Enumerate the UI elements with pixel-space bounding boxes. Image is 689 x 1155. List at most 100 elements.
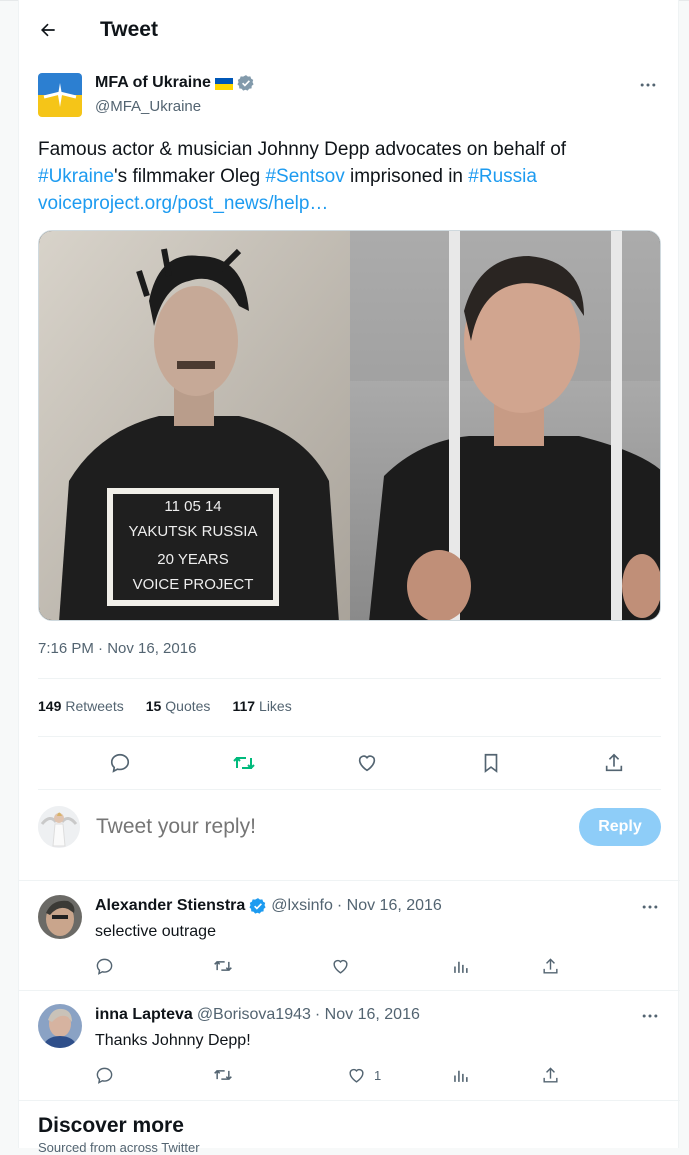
ukraine-flag-icon	[214, 77, 233, 90]
reply-meta: inna Lapteva @Borisova1943 · Nov 16, 201…	[95, 1006, 420, 1024]
sign-line-2: YAKUTSK RUSSIA	[129, 523, 258, 540]
quotes-label: Quotes	[165, 698, 211, 714]
page-title: Tweet	[100, 18, 158, 41]
reply-icon	[96, 1067, 113, 1084]
tweet-text-mid1: 's filmmaker Oleg	[114, 166, 266, 187]
quotes-count: 15	[145, 698, 162, 714]
retweets-label: Retweets	[65, 698, 124, 714]
heart-icon	[358, 755, 376, 772]
reply-retweet-button[interactable]	[213, 955, 233, 977]
quotes-stat[interactable]: 15 Quotes	[146, 698, 211, 714]
reply-author-name[interactable]: inna Lapteva	[95, 1006, 193, 1024]
tweet-stats: 149 Retweets 15 Quotes 117 Likes	[38, 698, 292, 714]
back-button[interactable]	[35, 17, 61, 43]
reply-author-name[interactable]: Alexander Stienstra	[95, 897, 245, 915]
reply-reply-button[interactable]	[95, 1064, 114, 1086]
tweet-image[interactable]: 11 05 14 YAKUTSK RUSSIA 20 YEARS VOICE P…	[38, 230, 661, 621]
reply-input[interactable]	[96, 815, 496, 839]
reply-author-handle[interactable]: @lxsinfo	[271, 897, 333, 915]
retweets-stat[interactable]: 149 Retweets	[38, 698, 124, 714]
page-header: Tweet	[19, 0, 680, 60]
share-icon	[605, 753, 623, 772]
retweet-icon	[214, 961, 232, 971]
tweet-external-link[interactable]: voiceproject.org/post_news/help…	[38, 193, 328, 214]
reply-avatar[interactable]	[38, 895, 82, 939]
share-icon	[543, 957, 558, 974]
sign-line-1: 11 05 14	[164, 498, 221, 515]
hashtag-sentsov-link[interactable]: #Sentsov	[265, 166, 344, 187]
reply-submit-button[interactable]: Reply	[579, 808, 661, 846]
reply-text: Thanks Johnny Depp!	[95, 1032, 251, 1049]
reply-more-button[interactable]	[640, 1006, 660, 1031]
reply-more-button[interactable]	[640, 897, 660, 922]
arrow-left-icon	[41, 23, 55, 37]
bookmark-icon	[484, 753, 498, 773]
verified-blue-icon	[249, 897, 267, 915]
heart-icon	[333, 959, 348, 974]
retweets-count: 149	[38, 698, 62, 714]
reply-composer: Reply	[38, 806, 661, 854]
reply-actions: 1	[95, 1064, 575, 1088]
user-avatar[interactable]	[38, 806, 80, 848]
author-name[interactable]: MFA of Ukraine	[95, 74, 255, 92]
analytics-icon	[454, 961, 468, 973]
discover-title: Discover more	[38, 1114, 184, 1137]
reply-like-button[interactable]: 1	[347, 1064, 381, 1086]
author-name-text: MFA of Ukraine	[95, 74, 211, 91]
divider	[38, 789, 661, 790]
reply-date[interactable]: · Nov 16, 2016	[337, 897, 442, 915]
reply-item[interactable]: inna Lapteva @Borisova1943 · Nov 16, 201…	[19, 990, 680, 1100]
reply-author-handle[interactable]: @Borisova1943	[197, 1006, 311, 1024]
share-button[interactable]	[600, 749, 628, 777]
divider	[38, 678, 661, 679]
reply-like-button[interactable]	[331, 955, 358, 977]
retweet-icon	[233, 757, 255, 769]
more-horizontal-icon	[640, 83, 656, 87]
heart-icon	[349, 1068, 364, 1083]
reply-avatar[interactable]	[38, 1004, 82, 1048]
hashtag-ukraine-link[interactable]: #Ukraine	[38, 166, 114, 187]
retweet-button[interactable]	[230, 749, 258, 777]
more-horizontal-icon	[642, 1014, 658, 1018]
reply-item[interactable]: Alexander Stienstra @lxsinfo · Nov 16, 2…	[19, 881, 680, 990]
reply-icon	[110, 753, 130, 773]
reply-analytics-button[interactable]	[451, 955, 470, 977]
likes-count: 117	[232, 698, 256, 714]
divider	[19, 1100, 680, 1101]
divider	[38, 736, 661, 737]
more-options-button[interactable]	[638, 75, 658, 100]
reply-button[interactable]	[106, 749, 134, 777]
reply-icon	[96, 958, 113, 975]
bookmark-button[interactable]	[477, 749, 505, 777]
more-horizontal-icon	[642, 905, 658, 909]
reply-like-count: 1	[374, 1067, 382, 1083]
tweet-text-intro: Famous actor & musician Johnny Depp advo…	[38, 139, 567, 160]
share-icon	[543, 1066, 558, 1083]
reply-meta: Alexander Stienstra @lxsinfo · Nov 16, 2…	[95, 897, 442, 915]
likes-label: Likes	[259, 698, 292, 714]
reply-analytics-button[interactable]	[451, 1064, 470, 1086]
photo-collage: 11 05 14 YAKUTSK RUSSIA 20 YEARS VOICE P…	[39, 231, 660, 620]
like-button[interactable]	[353, 749, 381, 777]
reply-reply-button[interactable]	[95, 955, 114, 977]
reply-retweet-button[interactable]	[213, 1064, 233, 1086]
tweet-text-mid2: imprisoned in	[344, 166, 469, 187]
tweet-actions	[38, 745, 661, 781]
reply-actions	[95, 955, 575, 979]
reply-date[interactable]: · Nov 16, 2016	[315, 1006, 420, 1024]
sign-line-4: VOICE PROJECT	[133, 576, 254, 593]
reply-share-button[interactable]	[541, 955, 560, 977]
retweet-icon	[214, 1070, 232, 1080]
tweet-text: Famous actor & musician Johnny Depp advo…	[38, 136, 658, 217]
tweet-timestamp[interactable]: 7:16 PM · Nov 16, 2016	[38, 640, 196, 657]
tweet-author: MFA of Ukraine @MFA_Ukraine	[38, 73, 658, 123]
author-handle[interactable]: @MFA_Ukraine	[95, 98, 201, 115]
reply-text: selective outrage	[95, 923, 216, 940]
main-column: Tweet MFA of Ukraine @MFA_Ukraine Famous…	[18, 0, 680, 1155]
verified-gray-icon	[237, 74, 255, 92]
hashtag-russia-link[interactable]: #Russia	[468, 166, 537, 187]
sign-line-3: 20 YEARS	[157, 551, 228, 568]
likes-stat[interactable]: 117 Likes	[232, 698, 291, 714]
author-avatar[interactable]	[38, 73, 82, 117]
reply-share-button[interactable]	[541, 1064, 560, 1086]
